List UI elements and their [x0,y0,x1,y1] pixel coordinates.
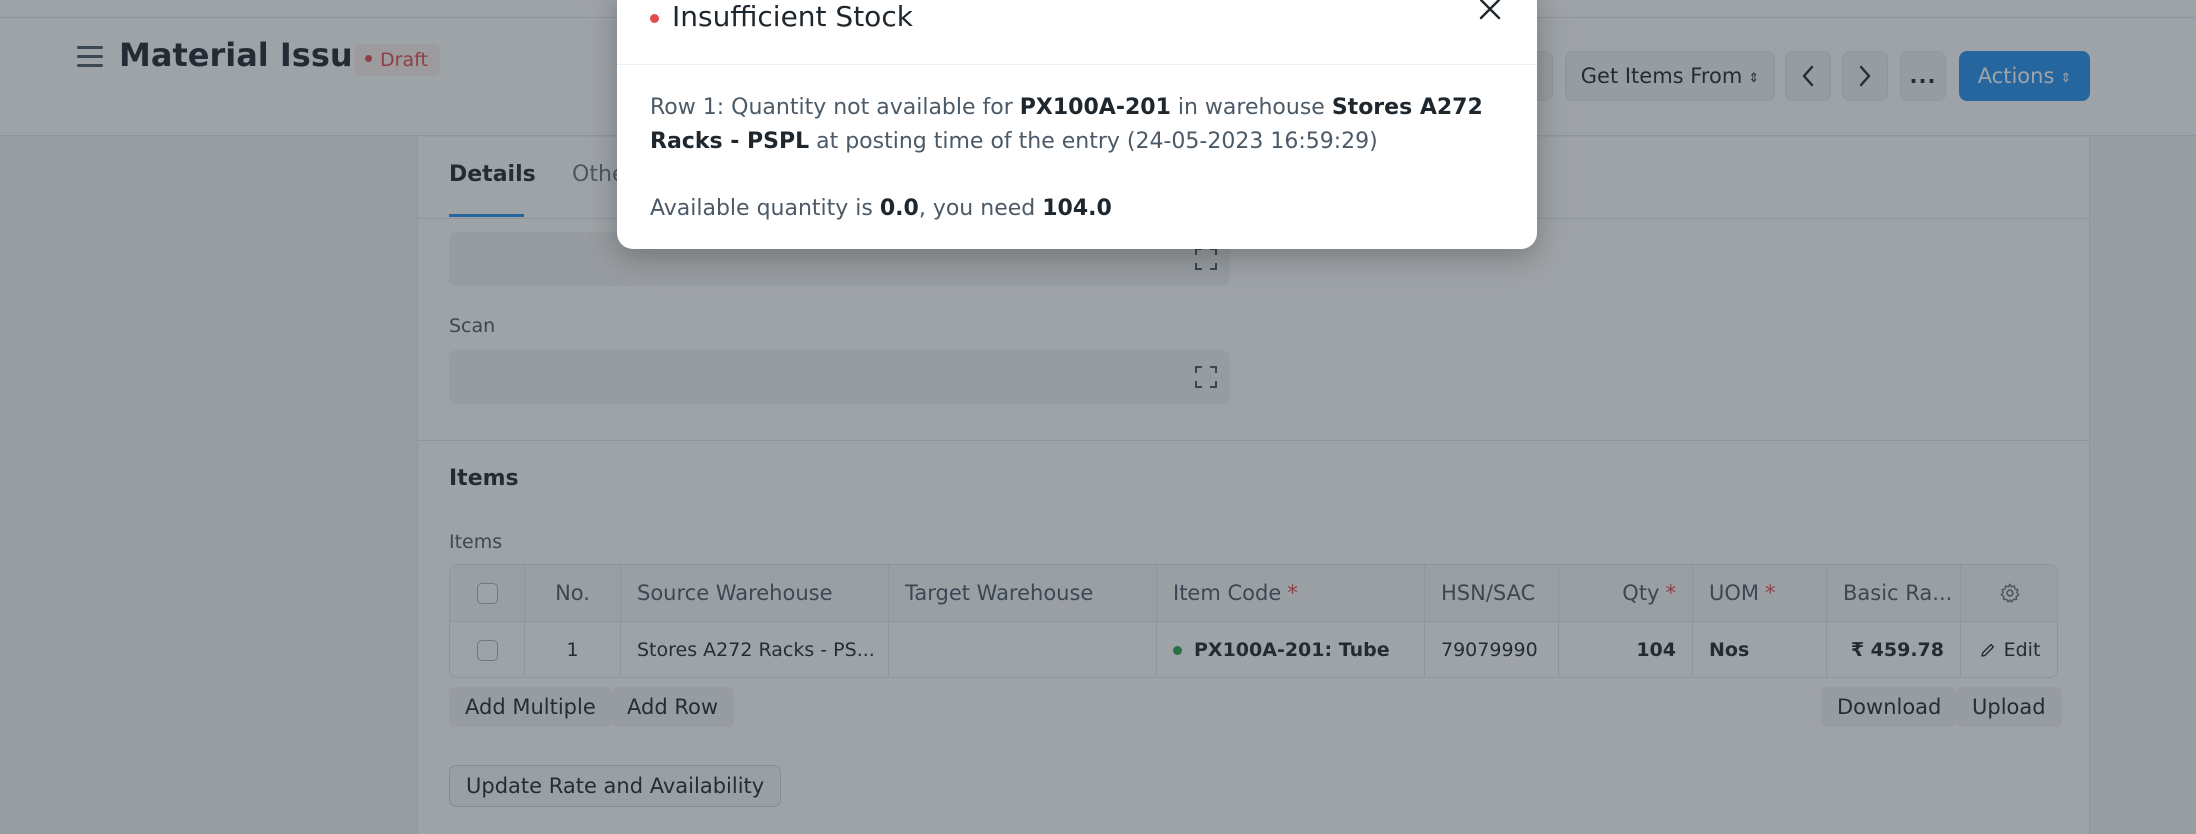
message-text: at posting time of the entry (24-05-2023… [809,129,1378,154]
close-icon[interactable] [1477,0,1503,22]
message-text: Row 1: Quantity not available for [650,95,1020,120]
stock-error-line: Row 1: Quantity not available for PX100A… [650,91,1510,159]
dialog-message: Row 1: Quantity not available for PX100A… [650,91,1510,226]
dialog-title: Insufficient Stock [672,0,913,33]
item-code-text: PX100A-201 [1019,95,1171,120]
error-indicator-icon [650,14,659,23]
dialog-header: Insufficient Stock [617,0,1537,65]
message-text: Available quantity is [650,196,880,221]
quantity-info-line: Available quantity is 0.0, you need 104.… [650,192,1510,226]
insufficient-stock-dialog: Insufficient Stock Row 1: Quantity not a… [617,0,1537,249]
message-text: in warehouse [1170,95,1332,120]
available-qty-text: 0.0 [879,196,919,221]
needed-qty-text: 104.0 [1042,196,1112,221]
message-text: , you need [918,196,1043,221]
